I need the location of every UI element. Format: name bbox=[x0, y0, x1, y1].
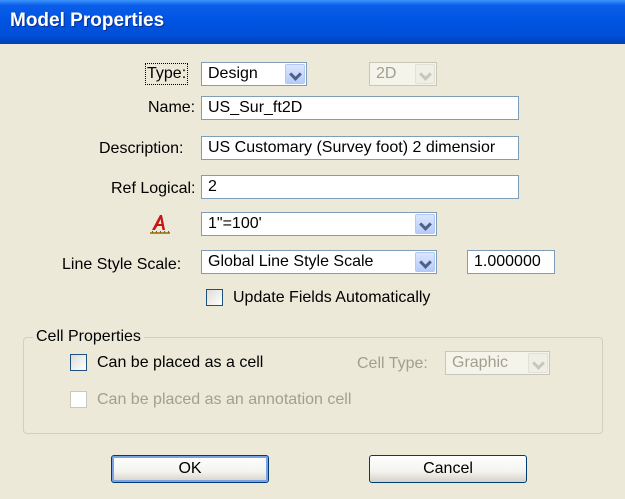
line-style-scale-value: Global Line Style Scale bbox=[208, 253, 374, 270]
name-input[interactable]: US_Sur_ft2D bbox=[201, 96, 519, 120]
update-fields-label[interactable]: Update Fields Automatically bbox=[233, 289, 430, 307]
cell-type-label: Cell Type: bbox=[357, 355, 428, 372]
model-properties-dialog: Model Properties Type: Design 2D Name: U… bbox=[0, 0, 625, 499]
description-label: Description: bbox=[99, 140, 184, 157]
type-label: Type: bbox=[144, 63, 189, 85]
ref-logical-label: Ref Logical: bbox=[111, 180, 196, 197]
chevron-down-icon bbox=[528, 353, 548, 373]
cell-properties-title: Cell Properties bbox=[33, 328, 144, 346]
dimension-dropdown: 2D bbox=[369, 62, 437, 86]
chevron-down-icon bbox=[415, 64, 435, 84]
name-label: Name: bbox=[148, 99, 196, 116]
line-style-scale-label: Line Style Scale: bbox=[62, 256, 182, 273]
annotation-cell-checkbox bbox=[70, 391, 87, 408]
line-style-scale-number-input[interactable]: 1.000000 bbox=[467, 250, 555, 274]
description-input[interactable]: US Customary (Survey foot) 2 dimensior bbox=[201, 136, 519, 160]
dimension-value: 2D bbox=[376, 65, 397, 82]
annotation-scale-icon bbox=[150, 215, 170, 234]
cancel-button[interactable]: Cancel bbox=[369, 455, 527, 483]
cell-type-dropdown: Graphic bbox=[445, 351, 550, 375]
window-title: Model Properties bbox=[10, 10, 165, 31]
annotation-cell-label: Can be placed as an annotation cell bbox=[97, 391, 352, 408]
ref-logical-input[interactable]: 2 bbox=[201, 175, 519, 199]
type-dropdown[interactable]: Design bbox=[201, 62, 307, 86]
title-bar[interactable]: Model Properties bbox=[0, 0, 625, 44]
chevron-down-icon[interactable] bbox=[415, 214, 435, 234]
placed-as-cell-checkbox[interactable] bbox=[70, 354, 87, 371]
annotation-scale-value: 1"=100' bbox=[208, 215, 262, 232]
annotation-scale-dropdown[interactable]: 1"=100' bbox=[201, 212, 437, 236]
line-style-scale-dropdown[interactable]: Global Line Style Scale bbox=[201, 250, 437, 274]
cell-type-value: Graphic bbox=[452, 354, 509, 371]
chevron-down-icon[interactable] bbox=[285, 64, 305, 84]
chevron-down-icon[interactable] bbox=[415, 252, 435, 272]
update-fields-checkbox[interactable] bbox=[206, 289, 223, 306]
placed-as-cell-label[interactable]: Can be placed as a cell bbox=[97, 354, 263, 372]
ok-button[interactable]: OK bbox=[111, 455, 269, 483]
type-value: Design bbox=[208, 65, 258, 82]
